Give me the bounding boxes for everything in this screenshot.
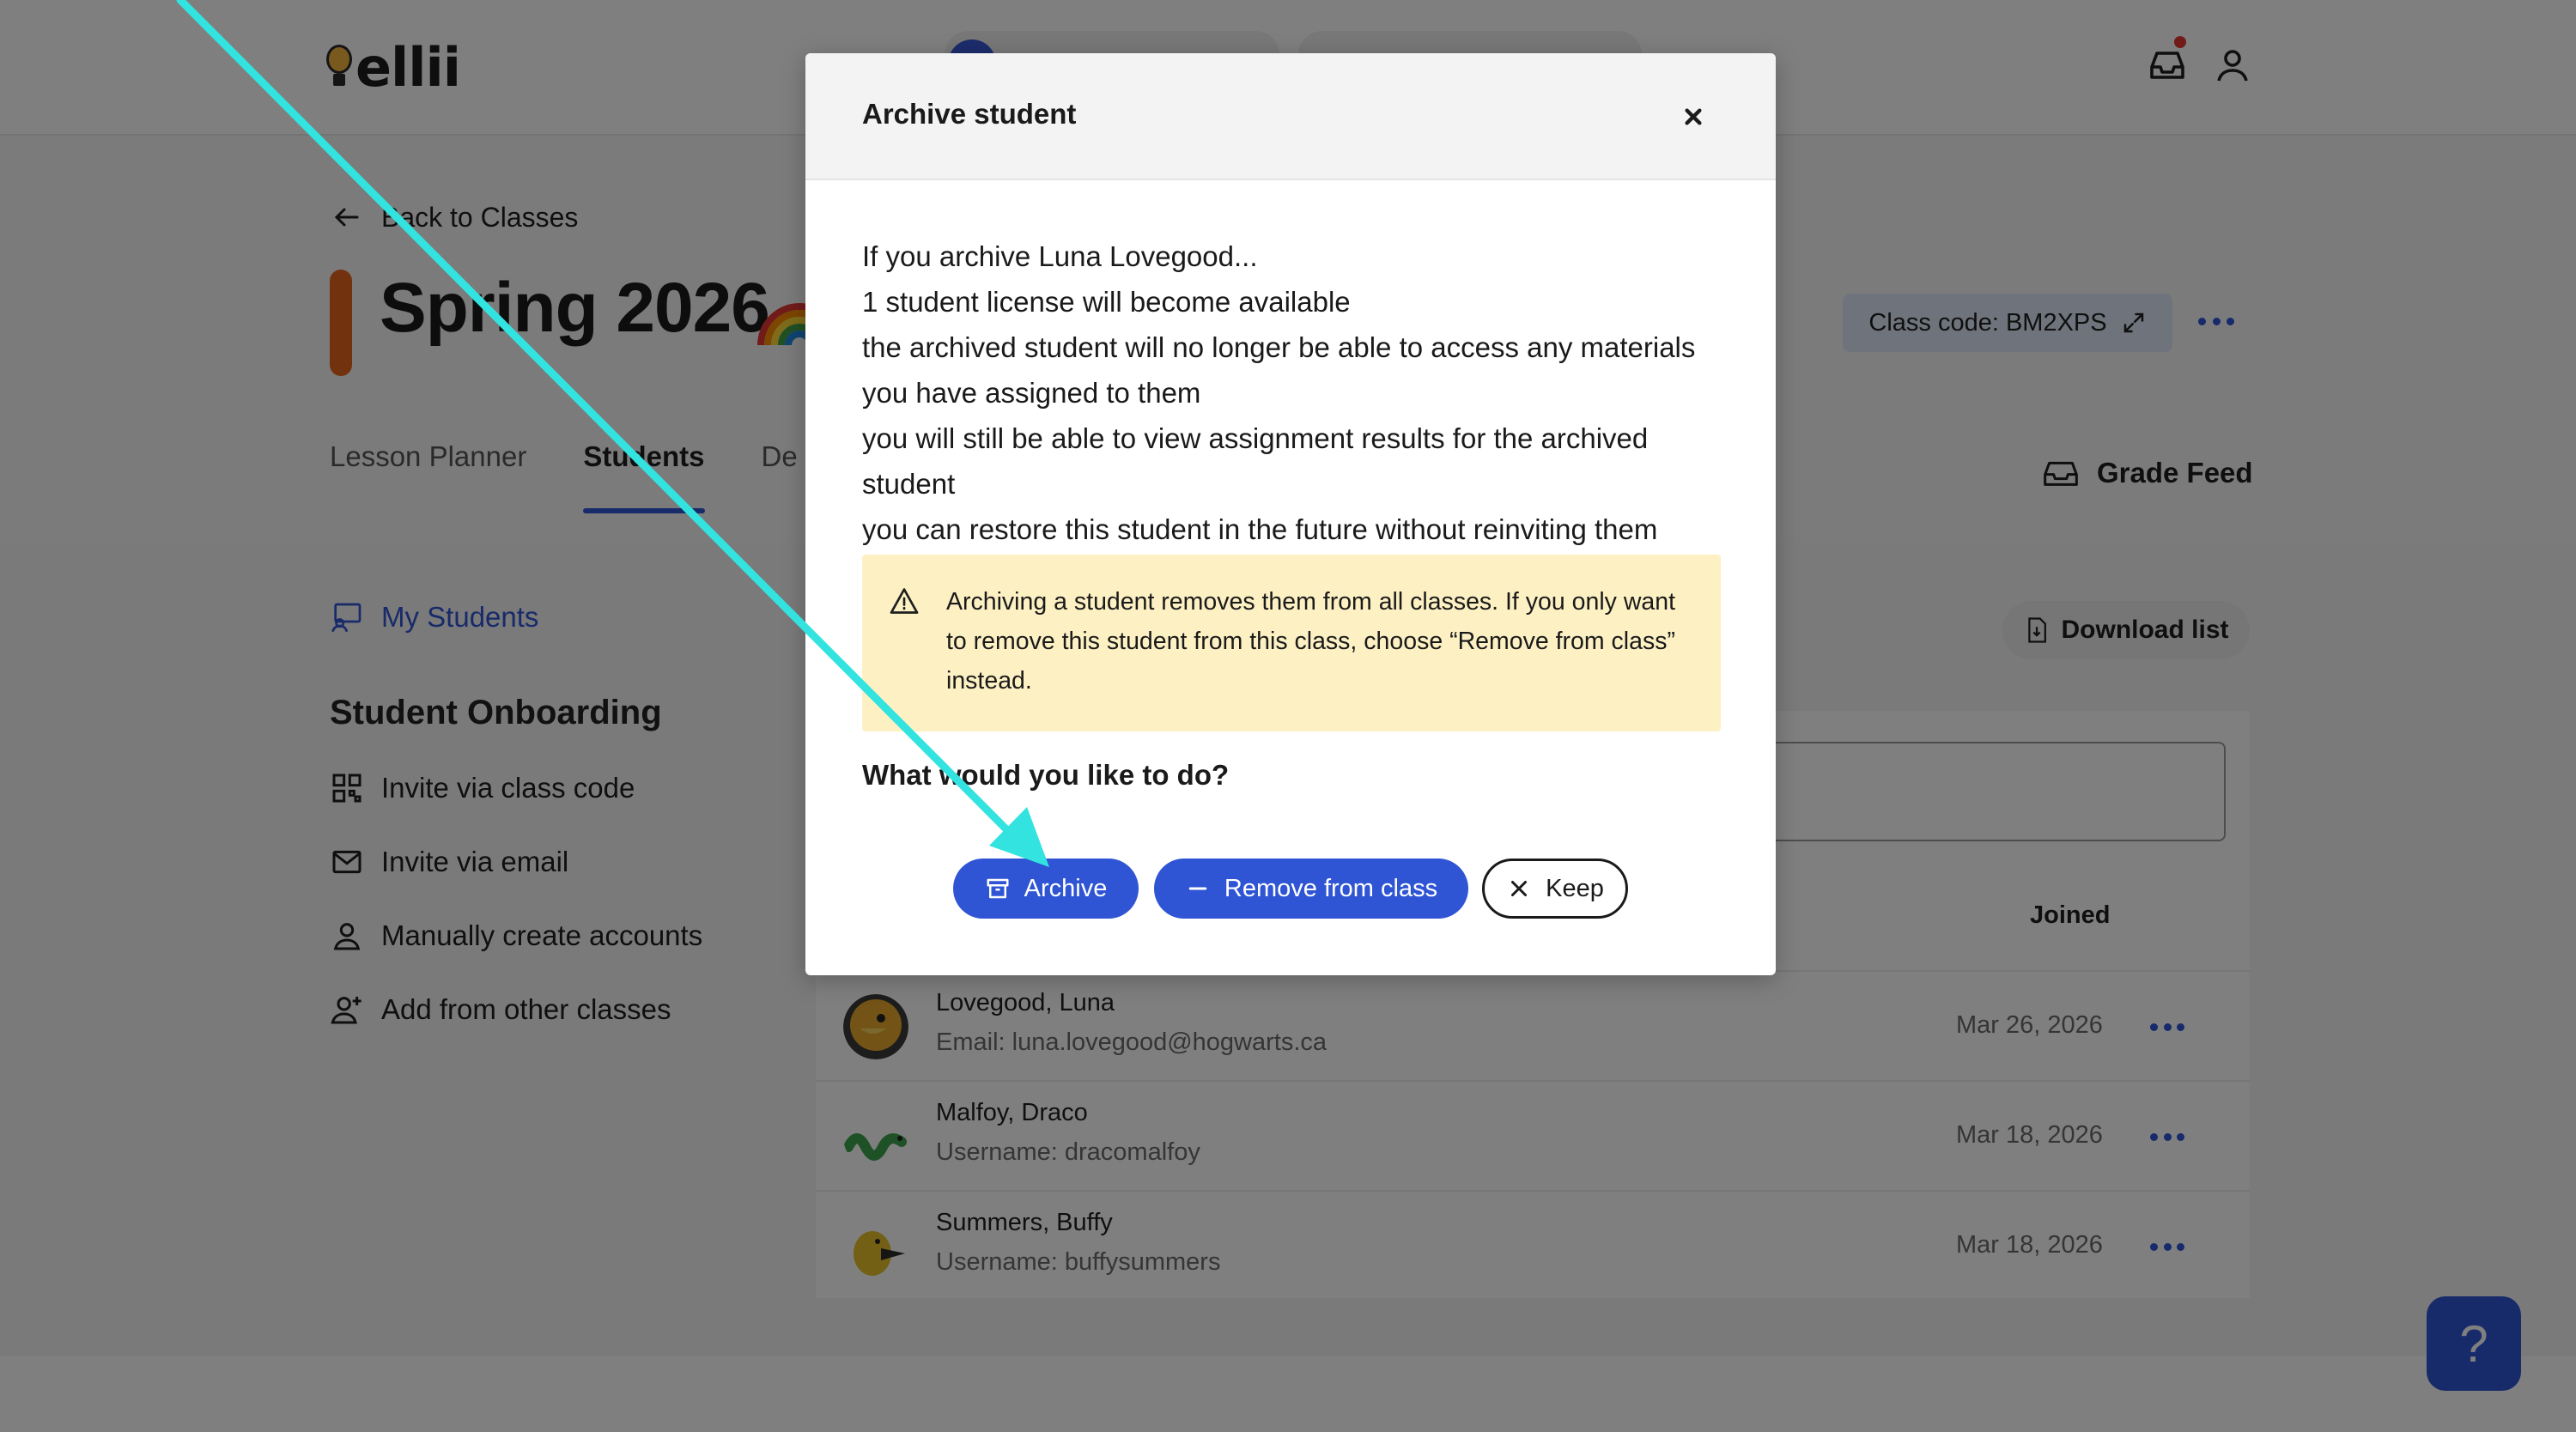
dialog-prompt: What would you like to do? (862, 759, 1230, 791)
warning-text: Archiving a student removes them from al… (946, 588, 1676, 695)
x-icon (1511, 881, 1528, 896)
archive-box-icon (987, 878, 1009, 899)
dialog-body: If you archive Luna Lovegood... 1 studen… (862, 234, 1729, 552)
dialog-title: Archive student (862, 98, 1077, 130)
keep-label: Keep (1546, 874, 1604, 902)
remove-label: Remove from class (1224, 874, 1438, 902)
archive-label: Archive (1024, 874, 1108, 902)
remove-from-class-button[interactable]: Remove from class (1154, 859, 1468, 919)
archive-button[interactable]: Archive (953, 859, 1139, 919)
warning-triangle-icon (890, 588, 919, 614)
minus-icon (1188, 887, 1207, 890)
dialog-line: you will still be able to view assignmen… (862, 422, 1649, 500)
dialog-line: you can restore this student in the futu… (862, 513, 1658, 545)
dialog-line: 1 student license will become available (862, 286, 1351, 318)
archive-student-dialog: Archive student If you archive Luna Love… (805, 53, 1776, 975)
warning-notice: Archiving a student removes them from al… (862, 555, 1721, 731)
close-icon[interactable] (1674, 98, 1712, 136)
dialog-line: the archived student will no longer be a… (862, 331, 1696, 409)
dialog-line: If you archive Luna Lovegood... (862, 240, 1258, 272)
dialog-header: Archive student (805, 53, 1776, 180)
keep-button[interactable]: Keep (1482, 859, 1628, 919)
